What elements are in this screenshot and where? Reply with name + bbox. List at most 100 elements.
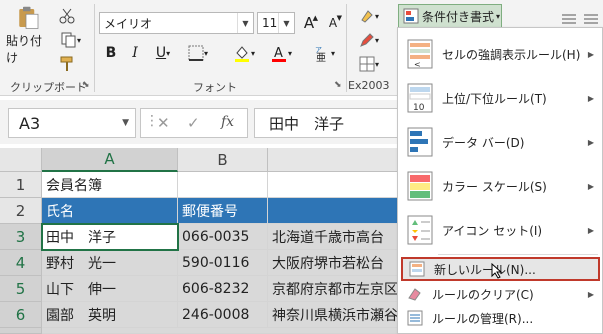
- row-header[interactable]: 6: [0, 302, 42, 328]
- conditional-formatting-icon: [403, 8, 419, 24]
- chevron-down-icon[interactable]: ▼: [237, 13, 253, 33]
- color-scales-icon: [407, 171, 433, 201]
- chevron-down-icon[interactable]: ▼: [122, 118, 129, 128]
- menu-item-label: ルールのクリア(C): [432, 287, 534, 302]
- underline-button[interactable]: U ▾: [149, 42, 177, 64]
- wrap-button[interactable]: [580, 10, 602, 28]
- cell-b5[interactable]: 606-8232: [178, 276, 268, 302]
- cell-c1[interactable]: [268, 172, 398, 198]
- select-all[interactable]: [0, 148, 42, 172]
- icon-sets-icon: [407, 215, 433, 245]
- column-header-c[interactable]: [268, 148, 398, 172]
- cell-a1[interactable]: 会員名簿: [42, 172, 178, 198]
- clipboard-group-label: クリップボード: [10, 81, 87, 94]
- menu-item-manage-rules[interactable]: ルールの管理(R)...: [398, 306, 603, 330]
- cell-b3[interactable]: 066-0035: [178, 224, 268, 250]
- svg-text:10: 10: [413, 103, 425, 113]
- cell-b1[interactable]: [178, 172, 268, 198]
- svg-text:亜: 亜: [316, 53, 326, 62]
- pencil-icon: [360, 33, 374, 47]
- row-header[interactable]: 1: [0, 172, 42, 198]
- cell-c3[interactable]: 北海道千歳市高台: [268, 224, 398, 250]
- paste-button[interactable]: 貼り付け: [6, 6, 52, 66]
- ex2003-group-label: Ex2003: [348, 79, 390, 92]
- menu-item-label: カラー スケール(S): [442, 179, 547, 194]
- column-header-b[interactable]: B: [178, 148, 268, 172]
- menu-item-label: データ バー(D): [442, 135, 525, 150]
- cell-a2[interactable]: 氏名: [42, 198, 178, 224]
- row-header[interactable]: 2: [0, 198, 42, 224]
- row-header[interactable]: 5: [0, 276, 42, 302]
- menu-item-highlight-cells[interactable]: < セルの強調表示ルール(H) ▶: [398, 34, 603, 74]
- cell-b2[interactable]: 郵便番号: [178, 198, 268, 224]
- grow-font-button[interactable]: A ▲: [300, 12, 318, 34]
- cell-a4[interactable]: 野村 光一: [42, 250, 178, 276]
- shrink-font-button[interactable]: A ▼: [324, 12, 342, 34]
- borders-button[interactable]: ▾: [183, 42, 213, 64]
- cell-row7[interactable]: [42, 328, 398, 334]
- insert-function-icon[interactable]: fx: [221, 114, 234, 130]
- chevron-down-icon: ▾: [76, 35, 81, 45]
- cancel-icon[interactable]: ✕: [157, 114, 170, 132]
- eraser-icon: [408, 288, 421, 301]
- row-header[interactable]: 4: [0, 250, 42, 276]
- cell-c4[interactable]: 大阪府堺市若松台: [268, 250, 398, 276]
- ex2003-button-3[interactable]: ▾: [354, 54, 384, 74]
- row-header[interactable]: 3: [0, 224, 42, 250]
- chevron-down-icon[interactable]: ▼: [278, 13, 294, 33]
- grid-icon: [359, 56, 375, 72]
- font-size-combo[interactable]: 11 ▼: [257, 12, 295, 34]
- row-header[interactable]: [0, 328, 42, 334]
- chevron-right-icon: ▶: [587, 181, 594, 191]
- formula-value: 田中 洋子: [269, 114, 345, 133]
- fill-color-button[interactable]: ▾: [228, 42, 260, 64]
- font-size-value: 11: [262, 16, 278, 30]
- bold-button[interactable]: B: [101, 42, 121, 64]
- svg-text:<: <: [414, 60, 421, 69]
- cell-a5[interactable]: 山下 伸一: [42, 276, 178, 302]
- phonetic-guide-icon: ア亜: [315, 46, 326, 62]
- copy-button[interactable]: ▾: [58, 30, 84, 50]
- cell-a3[interactable]: 田中 洋子: [42, 224, 178, 250]
- conditional-formatting-button[interactable]: 条件付き書式 ▾: [398, 4, 502, 28]
- menu-item-top-bottom[interactable]: 10 上位/下位ルール(T) ▶: [398, 78, 603, 118]
- format-painter-button[interactable]: [58, 54, 76, 74]
- italic-button[interactable]: I: [125, 42, 145, 64]
- cell-b4[interactable]: 590-0116: [178, 250, 268, 276]
- name-box[interactable]: A3 ▼: [8, 108, 136, 138]
- menu-item-clear-rules[interactable]: ルールのクリア(C) ▶: [398, 282, 603, 306]
- check-icon[interactable]: ✓: [187, 114, 200, 132]
- menu-separator: [438, 254, 598, 255]
- name-box-value: A3: [19, 113, 41, 133]
- font-name-value: メイリオ: [104, 16, 153, 31]
- formula-input[interactable]: 田中 洋子: [254, 108, 404, 138]
- phonetic-button[interactable]: ア亜 ▾: [306, 42, 342, 64]
- borders-icon: [188, 45, 204, 61]
- ex2003-button-1[interactable]: ▾: [354, 6, 384, 26]
- chevron-right-icon: ▶: [587, 137, 594, 147]
- bold-icon: B: [105, 45, 117, 61]
- align-button[interactable]: [558, 10, 580, 28]
- dialog-launcher-icon[interactable]: ⬊: [334, 80, 342, 90]
- menu-item-new-rule[interactable]: 新しいルール(N)...: [401, 257, 600, 281]
- cut-button[interactable]: [58, 6, 76, 26]
- ex2003-button-2[interactable]: ▾: [354, 30, 384, 50]
- formula-buttons: ⋮ ✕ ✓ fx: [140, 108, 248, 138]
- font-name-combo[interactable]: メイリオ ▼: [99, 12, 254, 34]
- column-header-a[interactable]: A: [42, 148, 178, 172]
- cell-a6[interactable]: 園部 英明: [42, 302, 178, 328]
- menu-item-label: 新しいルール(N)...: [434, 262, 536, 277]
- menu-item-data-bars[interactable]: データ バー(D) ▶: [398, 122, 603, 162]
- fill-color-icon: [234, 46, 249, 62]
- dialog-launcher-icon[interactable]: ⬊: [82, 80, 90, 90]
- cell-c2[interactable]: [268, 198, 398, 224]
- cell-b6[interactable]: 246-0008: [178, 302, 268, 328]
- menu-item-color-scales[interactable]: カラー スケール(S) ▶: [398, 166, 603, 206]
- menu-item-icon-sets[interactable]: アイコン セット(I) ▶: [398, 210, 603, 250]
- cell-c6[interactable]: 神奈川県横浜市瀬谷: [268, 302, 398, 328]
- cell-c5[interactable]: 京都府京都市左京区: [268, 276, 398, 302]
- mouse-pointer-icon: [491, 263, 503, 279]
- font-color-icon: A: [271, 46, 286, 62]
- font-color-button[interactable]: A ▾: [266, 42, 296, 64]
- align-icon: [562, 14, 576, 24]
